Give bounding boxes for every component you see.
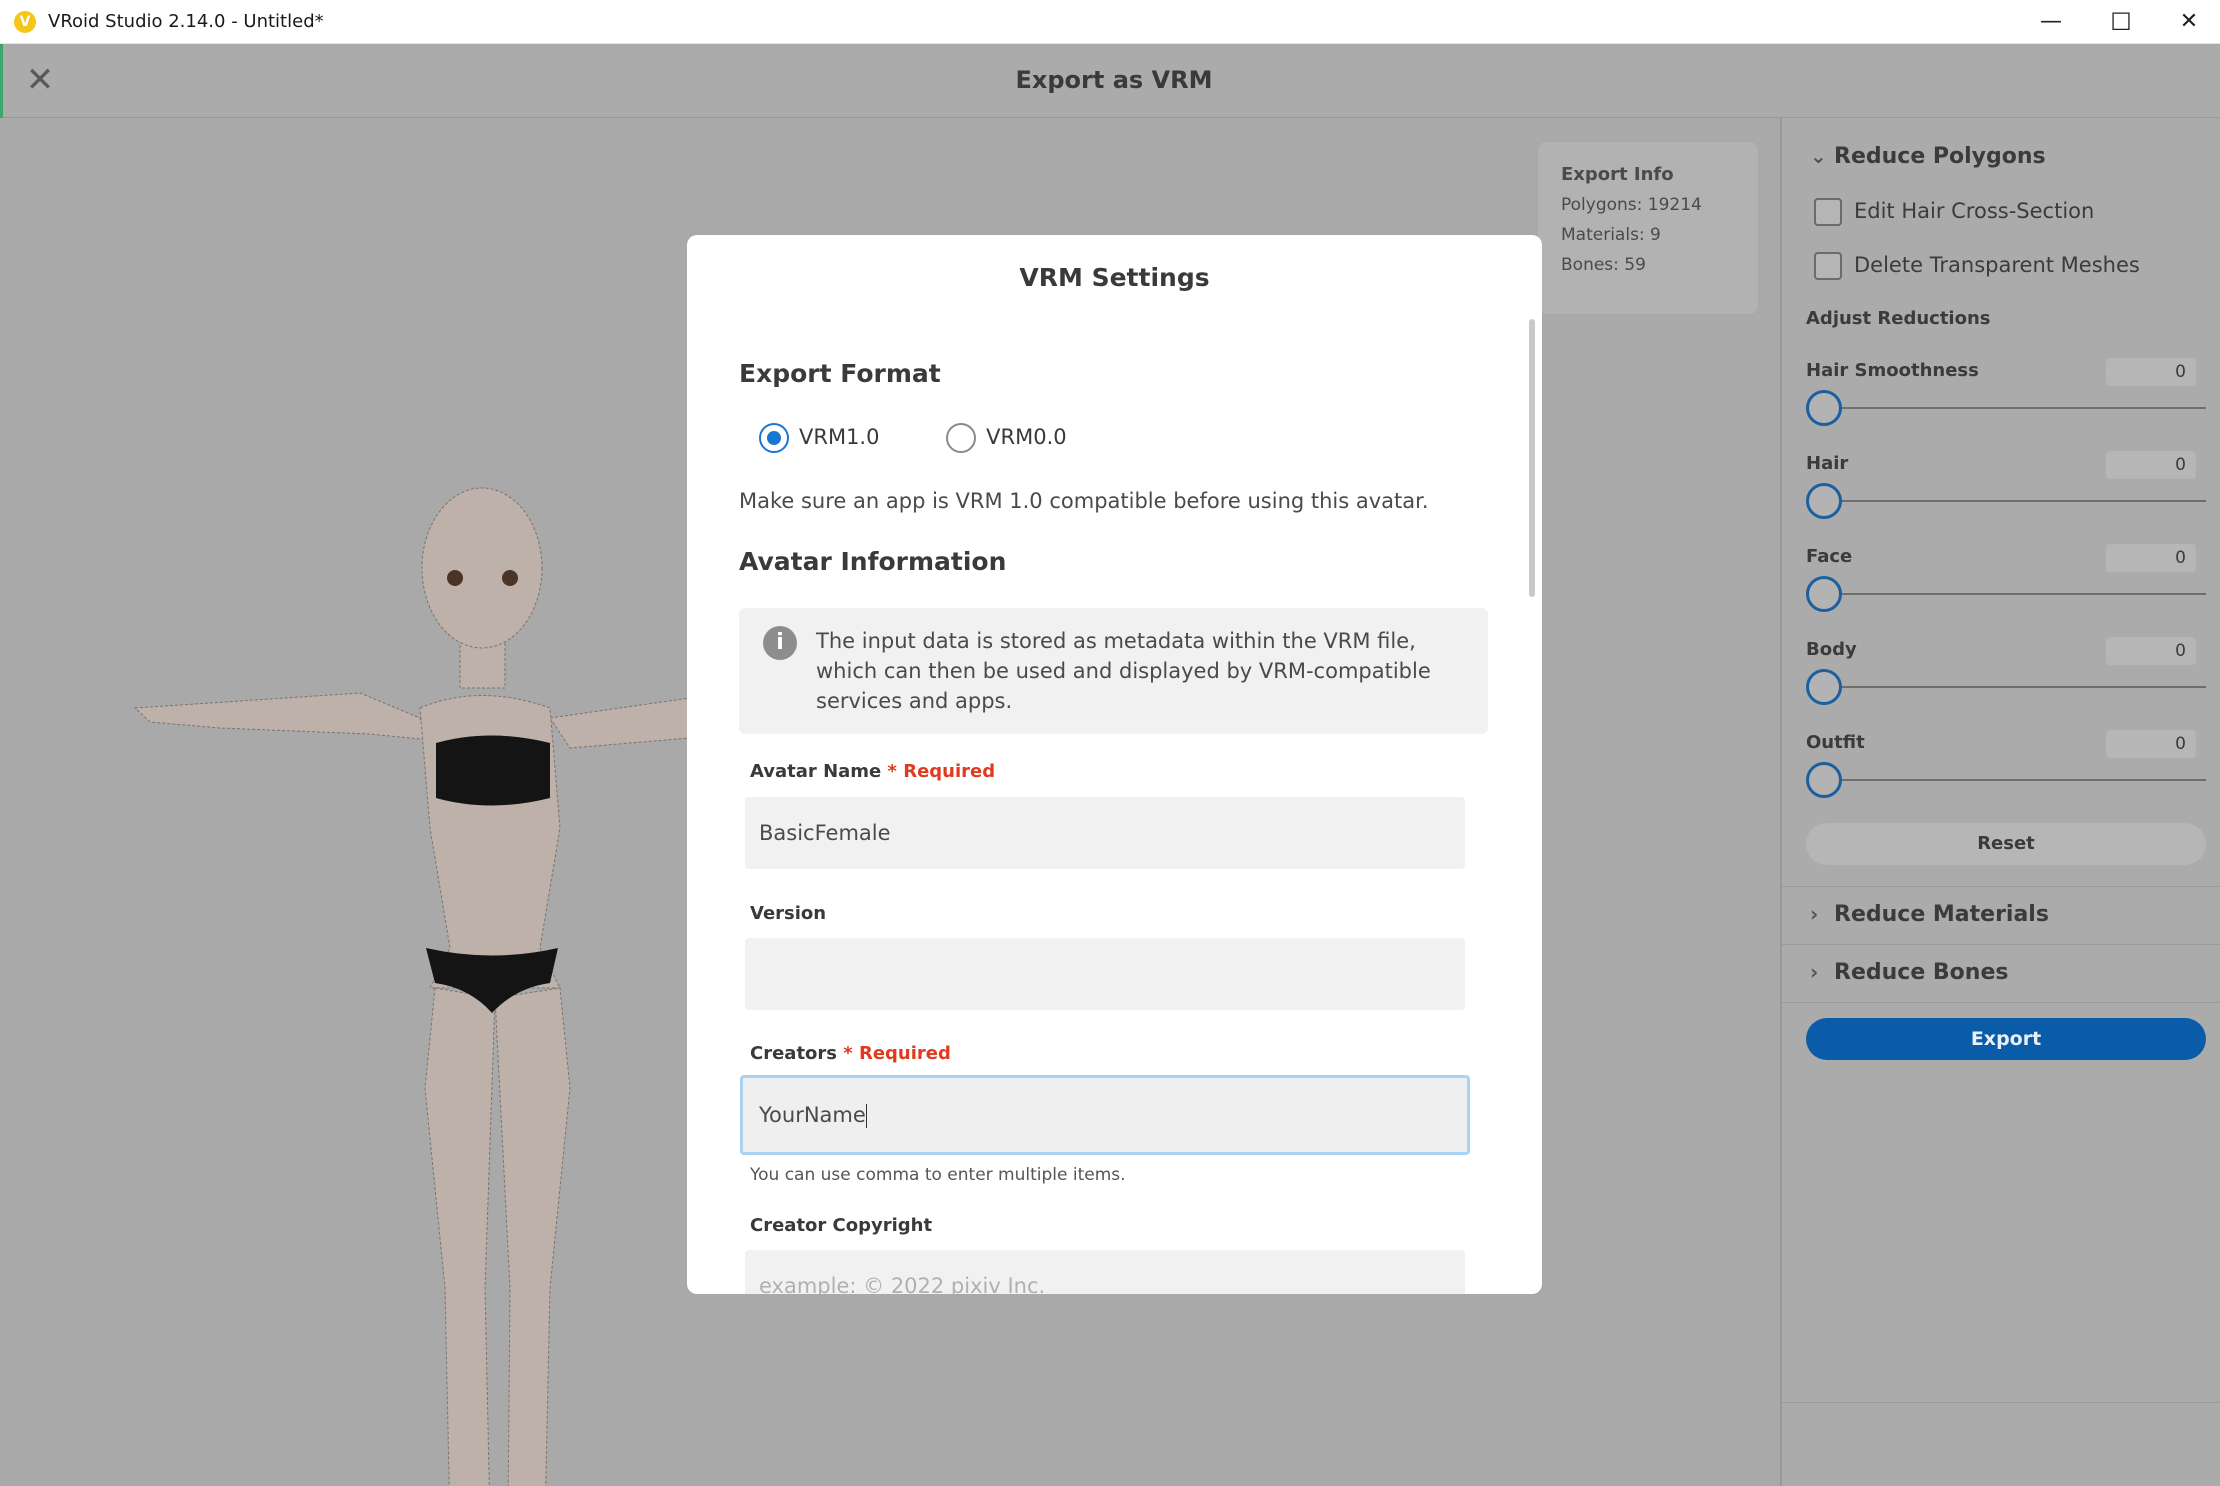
dialog-title: VRM Settings [1019, 263, 1210, 292]
slider-thumb[interactable] [1806, 390, 1842, 426]
divider [1782, 1402, 2220, 1403]
radio-vrm1[interactable]: VRM1.0 [759, 423, 879, 453]
chevron-right-icon: › [1810, 902, 1819, 926]
hair-value[interactable]: 0 [2106, 451, 2196, 479]
polygons-count: Polygons: 19214 [1561, 195, 1702, 215]
reduce-bones-label: Reduce Bones [1834, 960, 2009, 985]
export-info-heading: Export Info [1561, 164, 1674, 185]
checkbox-box[interactable] [1814, 252, 1842, 280]
vrm-settings-dialog: VRM Settings Export Format VRM1.0 VRM0.0… [687, 235, 1542, 1294]
divider [1782, 944, 2220, 945]
reset-button[interactable]: Reset [1806, 823, 2206, 865]
info-callout: i The input data is stored as metadata w… [739, 608, 1488, 734]
radio-selected-icon[interactable] [759, 423, 789, 453]
divider [1782, 1002, 2220, 1003]
avatar-name-label: Avatar Name * Required [750, 761, 995, 782]
hair-smoothness-slider[interactable] [1806, 390, 2206, 426]
slider-label-hair: Hair [1806, 453, 1849, 474]
export-format-heading: Export Format [739, 359, 941, 388]
reduce-materials-label: Reduce Materials [1834, 902, 2049, 927]
avatar-name-input[interactable]: BasicFemale [745, 797, 1465, 869]
materials-count: Materials: 9 [1561, 225, 1661, 245]
slider-thumb[interactable] [1806, 669, 1842, 705]
window-close-icon[interactable]: ✕ [2156, 0, 2220, 44]
radio-vrm1-label: VRM1.0 [799, 425, 880, 449]
slider-thumb[interactable] [1806, 576, 1842, 612]
maximize-icon[interactable]: ☐ [2088, 0, 2154, 44]
edit-hair-cross-section-checkbox[interactable]: Edit Hair Cross-Section [1814, 198, 2094, 226]
page-title: Export as VRM [1015, 66, 1213, 94]
slider-track [1820, 500, 2206, 502]
slider-track [1820, 593, 2206, 595]
creators-label-text: Creators [750, 1043, 838, 1064]
vroid-app-icon: V [14, 11, 36, 33]
bones-count: Bones: 59 [1561, 255, 1646, 275]
required-marker: * Required [887, 761, 996, 782]
text-caret [865, 1104, 867, 1128]
reduce-polygons-label: Reduce Polygons [1834, 144, 2046, 169]
face-value[interactable]: 0 [2106, 544, 2196, 572]
info-text: The input data is stored as metadata wit… [816, 629, 1431, 713]
chevron-down-icon: ⌄ [1810, 144, 1827, 168]
radio-vrm0-label: VRM0.0 [986, 425, 1067, 449]
creator-copyright-label: Creator Copyright [750, 1215, 933, 1236]
slider-track [1820, 686, 2206, 688]
reduction-panel: ⌄ Reduce Polygons Edit Hair Cross-Section… [1780, 118, 2220, 1486]
checkbox-box[interactable] [1814, 198, 1842, 226]
slider-label-face: Face [1806, 546, 1853, 567]
info-icon: i [763, 626, 797, 660]
slider-track [1820, 779, 2206, 781]
minimize-icon[interactable]: — [2018, 0, 2084, 44]
slider-track [1820, 407, 2206, 409]
creators-input[interactable]: YourName [740, 1075, 1470, 1155]
creator-copyright-input[interactable]: example: © 2022 pixiv Inc. [745, 1250, 1465, 1294]
body-slider[interactable] [1806, 669, 2206, 705]
avatar-preview [133, 487, 690, 1486]
slider-label-outfit: Outfit [1806, 732, 1865, 753]
divider [1782, 886, 2220, 887]
body-value[interactable]: 0 [2106, 637, 2196, 665]
outfit-value[interactable]: 0 [2106, 730, 2196, 758]
face-slider[interactable] [1806, 576, 2206, 612]
delete-transparent-meshes-checkbox[interactable]: Delete Transparent Meshes [1814, 252, 2140, 280]
page-header: ✕ Export as VRM [0, 44, 2220, 118]
version-input[interactable] [745, 938, 1465, 1010]
delete-transparent-label: Delete Transparent Meshes [1854, 253, 2140, 277]
reduce-materials-header[interactable]: › Reduce Materials [1810, 902, 2049, 927]
radio-unselected-icon[interactable] [946, 423, 977, 453]
chevron-right-icon: › [1810, 960, 1819, 984]
version-label: Version [750, 903, 827, 924]
export-format-radio-group: VRM1.0 VRM0.0 [759, 423, 1127, 453]
outfit-slider[interactable] [1806, 762, 2206, 798]
avatar-name-label-text: Avatar Name [750, 761, 882, 782]
title-bar: V VRoid Studio 2.14.0 - Untitled* — ☐ ✕ [0, 0, 2220, 44]
slider-label-body: Body [1806, 639, 1857, 660]
required-marker: * Required [843, 1043, 951, 1064]
window-title: VRoid Studio 2.14.0 - Untitled* [48, 11, 324, 32]
slider-label-hair-smoothness: Hair Smoothness [1806, 360, 1979, 381]
export-info-card: Export Info Polygons: 19214 Materials: 9… [1538, 142, 1758, 314]
slider-thumb[interactable] [1806, 483, 1842, 519]
reduce-bones-header[interactable]: › Reduce Bones [1810, 960, 2008, 985]
creators-hint: You can use comma to enter multiple item… [750, 1165, 1126, 1185]
hair-slider[interactable] [1806, 483, 2206, 519]
avatar-information-heading: Avatar Information [739, 547, 1007, 576]
export-button[interactable]: Export [1806, 1018, 2206, 1060]
slider-thumb[interactable] [1806, 762, 1842, 798]
radio-vrm0[interactable]: VRM0.0 [946, 423, 1067, 453]
compat-note: Make sure an app is VRM 1.0 compatible b… [739, 489, 1429, 513]
reduce-polygons-header[interactable]: ⌄ Reduce Polygons [1810, 144, 2046, 169]
creators-input-value: YourName [759, 1103, 866, 1127]
creators-label: Creators * Required [750, 1043, 951, 1064]
edit-hair-label: Edit Hair Cross-Section [1854, 199, 2095, 223]
dialog-scrollbar[interactable] [1529, 319, 1535, 597]
hair-smoothness-value[interactable]: 0 [2106, 358, 2196, 386]
adjust-reductions-label: Adjust Reductions [1806, 308, 1991, 329]
